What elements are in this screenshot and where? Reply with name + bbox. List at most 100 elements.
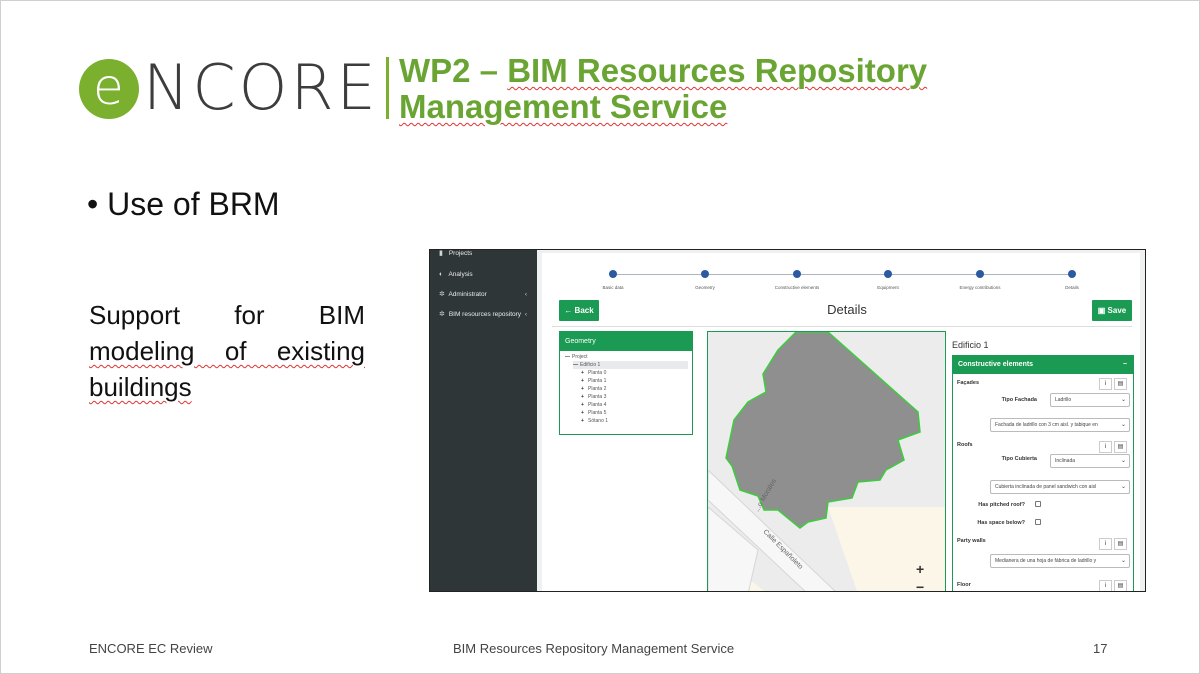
slide-title: WP2 – BIM Resources Repository Managemen…: [399, 53, 1099, 125]
back-button[interactable]: ← Back: [559, 300, 599, 321]
wizard-step-energy-contributions[interactable]: [976, 270, 984, 278]
encore-logo: e NCORE: [79, 55, 376, 121]
tree-item-floor[interactable]: + Planta 1: [581, 377, 606, 385]
tipo-fachada-select[interactable]: Ladrillo ⌄: [1050, 393, 1130, 407]
zoom-out-button[interactable]: −: [916, 580, 930, 591]
collapse-icon[interactable]: −: [1123, 356, 1127, 374]
sidebar-item-projects[interactable]: ▮ Projects: [430, 250, 537, 263]
select-value: Fachada de ladrillo con 3 cm aisl. y tab…: [995, 422, 1098, 428]
info-icon[interactable]: ⅰ: [1099, 441, 1112, 453]
constructive-header[interactable]: Constructive elements −: [953, 356, 1133, 374]
cubierta-detail-select[interactable]: Cubierta inclinada de panel sandwich con…: [990, 480, 1130, 494]
page-title: Details: [827, 302, 867, 317]
gear-icon: ✲: [439, 291, 445, 298]
wizard-step-label: Equipment: [877, 285, 899, 290]
document-icon[interactable]: ▤: [1114, 441, 1127, 453]
wizard-step-basic-data[interactable]: [609, 270, 617, 278]
tipo-cubierta-label: Tipo Cubierta: [1001, 456, 1037, 462]
chevron-down-icon: ⌄: [1120, 422, 1126, 428]
support-line2: modeling of existing: [89, 336, 365, 366]
wizard-line: [609, 274, 1076, 275]
wizard-step-equipment[interactable]: [884, 270, 892, 278]
expand-icon: +: [581, 402, 584, 408]
map-view[interactable]: ...o Morales Calle Españoleto + −: [707, 331, 946, 591]
tree-item-floor[interactable]: + Planta 2: [581, 385, 606, 393]
space-below-checkbox[interactable]: [1035, 519, 1041, 525]
map-canvas: ...o Morales Calle Españoleto: [708, 332, 945, 591]
space-below-label: Has space below?: [977, 520, 1025, 526]
expand-icon: +: [581, 410, 584, 416]
chevron-down-icon: ⌄: [1120, 484, 1126, 490]
tree-item-edificio[interactable]: — Edificio 1: [573, 361, 688, 369]
expand-icon: +: [581, 370, 584, 376]
details-panel: Basic data Geometry Constructive element…: [542, 253, 1140, 591]
sidebar-item-label: Projects: [448, 250, 473, 257]
slide: e NCORE WP2 – BIM Resources Repository M…: [0, 0, 1200, 674]
sidebar-item-administrator[interactable]: ✲ Administrator ‹: [430, 286, 537, 304]
gear-icon: ✲: [439, 311, 445, 318]
title-prefix: WP2 –: [399, 52, 508, 89]
info-icon[interactable]: ⅰ: [1099, 378, 1112, 390]
tree-item-floor[interactable]: + Planta 3: [581, 393, 606, 401]
info-icon[interactable]: ⅰ: [1099, 538, 1112, 550]
wizard-step-label: Details: [1065, 285, 1079, 290]
support-line1: Support for BIM: [89, 300, 365, 330]
tipo-cubierta-select[interactable]: Inclinada ⌄: [1050, 454, 1130, 468]
expand-icon: +: [581, 386, 584, 392]
logo-word: NCORE: [143, 51, 379, 124]
tree-label: Edificio 1: [580, 362, 601, 368]
support-line3: buildings: [89, 372, 192, 402]
footer-left: ENCORE EC Review: [89, 641, 213, 656]
document-icon[interactable]: ▤: [1114, 378, 1127, 390]
wizard-step-constructive-elements[interactable]: [793, 270, 801, 278]
tree-item-floor[interactable]: + Planta 0: [581, 369, 606, 377]
tree-item-floor[interactable]: + Sótano 1: [581, 417, 608, 425]
chevron-left-icon: ‹: [524, 291, 527, 298]
tree-label: Planta 5: [588, 410, 607, 416]
wizard-step-label: Constructive elements: [774, 285, 820, 290]
collapse-icon: —: [565, 354, 570, 360]
bullet-use-of-brm: • Use of BRM: [87, 186, 280, 222]
wizard-step-details[interactable]: [1068, 270, 1076, 278]
main-area: Basic data Geometry Constructive element…: [537, 250, 1145, 591]
document-icon[interactable]: ▤: [1114, 580, 1127, 591]
zoom-in-button[interactable]: +: [916, 562, 930, 576]
party-walls-select[interactable]: Medianera de una hoja de fábrica de ladr…: [990, 554, 1130, 568]
select-value: Medianera de una hoja de fábrica de ladr…: [995, 558, 1097, 564]
chevron-down-icon: ⌄: [1120, 458, 1126, 464]
expand-icon: +: [581, 418, 584, 424]
tree-item-project[interactable]: — Project: [565, 353, 588, 361]
wizard-step-label: Geometry: [695, 285, 715, 290]
tree-label: Sótano 1: [588, 418, 609, 424]
save-label: Save: [1107, 306, 1127, 315]
collapse-icon: —: [573, 362, 578, 368]
geometry-panel: Geometry — Project — Edificio 1 + Planta 0 …: [559, 331, 693, 435]
select-value: Ladrillo: [1055, 397, 1072, 403]
tree-label: Planta 0: [588, 370, 607, 376]
tree-label: Planta 4: [588, 402, 607, 408]
wizard-step-label: Energy contributions: [959, 285, 1001, 290]
fachada-detail-select[interactable]: Fachada de ladrillo con 3 cm aisl. y tab…: [990, 418, 1130, 432]
facades-label: Façades: [957, 380, 980, 386]
floppy-icon: ▣: [1097, 306, 1106, 315]
wizard-step-geometry[interactable]: [701, 270, 709, 278]
tree-item-floor[interactable]: + Planta 5: [581, 409, 606, 417]
document-icon[interactable]: ▤: [1114, 538, 1127, 550]
tree-item-floor[interactable]: + Planta 4: [581, 401, 606, 409]
pitched-roof-checkbox[interactable]: [1035, 501, 1041, 507]
sidebar-item-analysis[interactable]: ◐ Analysis: [430, 266, 537, 284]
back-label: Back: [574, 306, 594, 315]
sidebar-item-bim-resources-repository[interactable]: ✲ BIM resources repository ‹: [430, 306, 537, 324]
building-name: Edificio 1: [952, 340, 989, 350]
geometry-header: Geometry: [560, 332, 692, 351]
wizard-step-label: Basic data: [602, 285, 624, 290]
title-divider: [386, 57, 389, 119]
sidebar-item-label: Analysis: [448, 271, 473, 278]
expand-icon: +: [581, 378, 584, 384]
party-walls-label: Party walls: [957, 538, 986, 544]
projects-icon: ▮: [439, 250, 443, 257]
save-button[interactable]: ▣ Save: [1092, 300, 1132, 321]
chevron-down-icon: ⌄: [1120, 558, 1126, 564]
info-icon[interactable]: ⅰ: [1099, 580, 1112, 591]
floor-label: Floor: [957, 582, 971, 588]
